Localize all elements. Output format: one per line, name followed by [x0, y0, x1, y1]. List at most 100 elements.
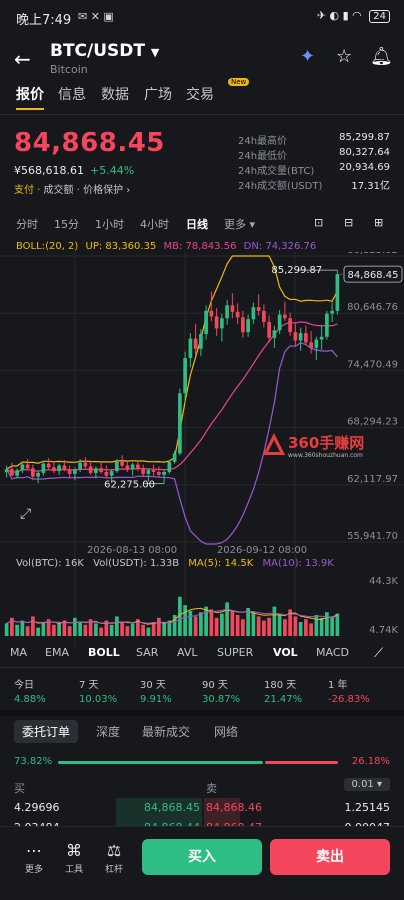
- leverage-button[interactable]: ⚖ 杠杆: [96, 841, 132, 875]
- perf-label: 90 天: [202, 680, 228, 691]
- interval-more[interactable]: 更多 ▾: [224, 216, 255, 232]
- more-icon: ⋯: [26, 841, 42, 860]
- pair-title[interactable]: BTC/USDT ▼: [50, 41, 159, 61]
- buy-ratio: 73.82%: [14, 756, 53, 767]
- ind-macd[interactable]: MACD: [316, 646, 349, 659]
- turnover-link[interactable]: 成交额: [44, 185, 74, 196]
- indicator-icon[interactable]: ⊟: [344, 216, 353, 229]
- volume-bar: [183, 605, 187, 636]
- more-button[interactable]: ⋯ 更多: [16, 841, 52, 875]
- sell-button[interactable]: 卖出: [270, 839, 390, 875]
- candle-body: [141, 468, 145, 474]
- volume-bar: [204, 606, 208, 636]
- candle-body: [251, 307, 256, 320]
- ind-sar[interactable]: SAR: [136, 646, 158, 659]
- ask-price: 84,868.46: [206, 801, 262, 814]
- star-icon[interactable]: ☆: [336, 46, 352, 67]
- back-arrow-icon[interactable]: ←: [14, 47, 31, 71]
- price-protect-link[interactable]: 价格保护: [83, 185, 123, 196]
- stat-label: 24h最低价: [238, 151, 288, 162]
- tab-network[interactable]: 网络: [214, 723, 238, 740]
- candle-body: [109, 471, 114, 476]
- chart-settings-icon[interactable]: ⊡: [314, 216, 323, 229]
- interval-15m[interactable]: 15分: [54, 216, 79, 232]
- candle-body: [220, 318, 224, 329]
- last-price: 84,868.45: [14, 128, 165, 158]
- tab-info[interactable]: 信息: [58, 84, 86, 104]
- perf-value: -26.83%: [328, 694, 370, 705]
- tab-depth[interactable]: 深度: [96, 723, 120, 740]
- sell-ratio: 26.18%: [351, 756, 390, 767]
- ind-ema[interactable]: EMA: [45, 646, 69, 659]
- watermark: 360手赚网 www.360shouzhuan.com: [262, 432, 364, 460]
- volume-bar: [193, 616, 198, 636]
- perf-value: 4.88%: [14, 694, 46, 705]
- tools-button[interactable]: ⌘ 工具: [56, 841, 92, 875]
- ind-ma[interactable]: MA: [10, 646, 27, 659]
- watermark-brand: 360手赚网: [288, 434, 365, 452]
- candle-body: [151, 470, 156, 473]
- status-bar: 晚上7:49 ✉ ✕ ▣ ✈ ◐ ▮ ◠ 24: [0, 0, 404, 36]
- volume-bar: [162, 623, 166, 636]
- candle-body: [25, 464, 30, 469]
- volume-bar: [225, 602, 229, 636]
- candle-body: [246, 319, 250, 333]
- y-tick-label: 68,294.23: [347, 417, 398, 428]
- tab-square[interactable]: 广场: [144, 84, 172, 104]
- tab-latest-trades[interactable]: 最新成交: [142, 723, 190, 740]
- ind-boll[interactable]: BOLL: [88, 646, 120, 659]
- volume-bar: [78, 622, 82, 636]
- interval-1h[interactable]: 1小时: [95, 216, 124, 232]
- candle-body: [214, 316, 219, 329]
- bell-icon[interactable]: 🔔︎: [370, 46, 393, 67]
- ind-super[interactable]: SUPER: [217, 646, 253, 659]
- tab-orders[interactable]: 委托订单: [14, 720, 79, 743]
- candle-body: [120, 461, 124, 466]
- y-tick-label: 86,823.02: [347, 252, 398, 256]
- indicator-chart-icon[interactable]: ⟋: [374, 646, 383, 661]
- boll-up: UP: 83,360.35: [85, 241, 157, 252]
- volume-bar: [109, 624, 114, 636]
- leverage-label: 杠杆: [104, 865, 123, 875]
- candle-body: [46, 463, 51, 468]
- precision-select[interactable]: 0.01 ▾: [343, 778, 390, 791]
- ind-vol[interactable]: VOL: [273, 646, 298, 659]
- candle-body: [193, 338, 198, 349]
- fullscreen-icon[interactable]: ⊞: [374, 216, 383, 229]
- ai-sparkle-icon[interactable]: ✦: [300, 46, 315, 67]
- interval-1d[interactable]: 日线: [186, 216, 208, 232]
- volume-bar: [330, 616, 334, 636]
- candle-body: [314, 339, 319, 348]
- candle-body: [4, 469, 9, 473]
- volume-legend: Vol(BTC): 16K Vol(USDT): 1.33B MA(5): 14…: [16, 558, 334, 569]
- ind-avl[interactable]: AVL: [177, 646, 197, 659]
- sell-header: 卖: [206, 782, 217, 795]
- volume-bar: [241, 619, 245, 636]
- volume-bar: [209, 609, 214, 636]
- stat-label: 24h成交额(USDT): [238, 181, 323, 192]
- interval-4h[interactable]: 4小时: [140, 216, 169, 232]
- volume-bar: [220, 613, 224, 636]
- buy-button[interactable]: 买入: [142, 839, 262, 875]
- bottom-bar: ⋯ 更多 ⌘ 工具 ⚖ 杠杆 买入 卖出: [0, 826, 404, 900]
- candle-body: [115, 461, 119, 472]
- perf-item: 90 天 30.87%: [202, 676, 240, 705]
- price-sub: ¥568,618.61 +5.44%: [14, 164, 134, 177]
- tab-data[interactable]: 数据: [101, 84, 129, 104]
- perf-value: 9.91%: [140, 694, 172, 705]
- pay-link[interactable]: 支付: [14, 185, 34, 196]
- perf-label: 180 天: [264, 680, 297, 691]
- notification-icons: ✉ ✕ ▣: [78, 10, 114, 23]
- volume-bar: [277, 613, 282, 636]
- interval-timeline[interactable]: 分时: [16, 216, 38, 232]
- tab-trade[interactable]: 交易: [186, 84, 214, 104]
- candle-body: [73, 469, 77, 474]
- candle-body: [230, 305, 235, 312]
- volume-bar: [83, 624, 88, 636]
- candle-body: [235, 311, 240, 318]
- perf-label: 30 天: [140, 680, 166, 691]
- orderbook-row[interactable]: 4.29696 84,868.45 84,868.46 1.25145: [14, 798, 390, 818]
- candle-body: [57, 465, 61, 472]
- y-tick-label: 74,470.49: [347, 359, 398, 370]
- tab-quote[interactable]: 报价: [16, 84, 44, 110]
